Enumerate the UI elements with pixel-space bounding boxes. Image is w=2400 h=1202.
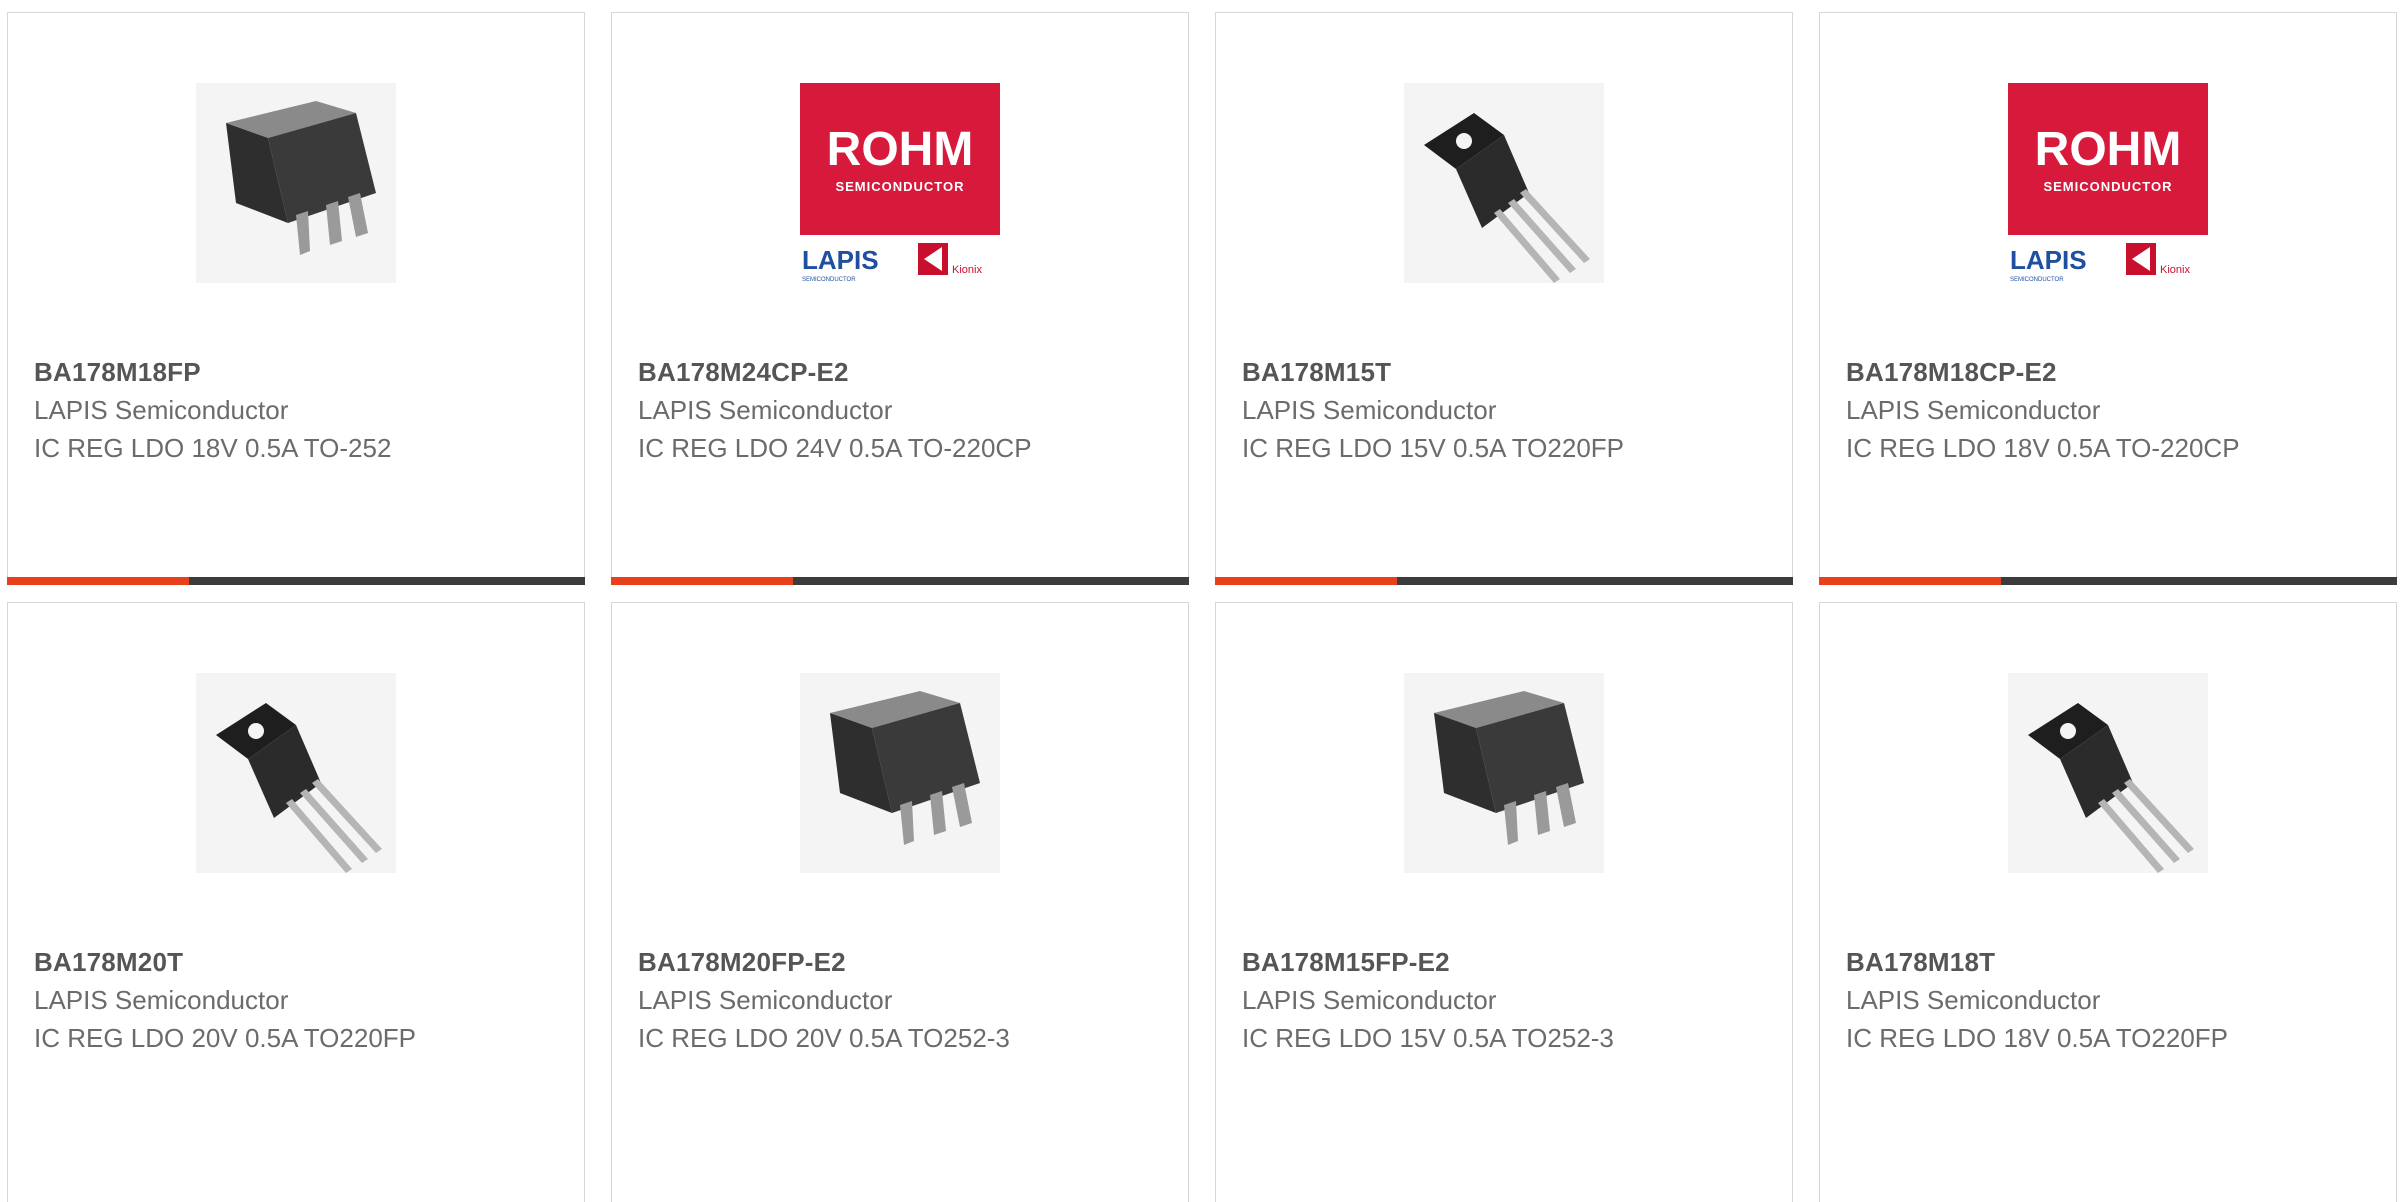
description: IC REG LDO 15V 0.5A TO220FP: [1242, 433, 1625, 463]
product-grid: BA178M18FP LAPIS Semiconductor IC REG LD…: [0, 0, 2400, 1202]
lapis-tagline-text: SEMICONDUCTOR: [2010, 277, 2064, 283]
description: IC REG LDO 18V 0.5A TO-252: [34, 433, 392, 463]
lapis-tagline-text: SEMICONDUCTOR: [802, 277, 856, 283]
kionix-brand-text: Kionix: [2160, 264, 2190, 276]
part-number[interactable]: BA178M18T: [1846, 947, 1995, 978]
to252-package-image: [1404, 673, 1604, 873]
manufacturer: LAPIS Semiconductor: [34, 395, 289, 425]
description: IC REG LDO 15V 0.5A TO252-3: [1242, 1023, 1614, 1053]
card-footer-bar: [6, 576, 585, 585]
lapis-brand-text: LAPIS: [2010, 245, 2087, 275]
product-card[interactable]: BA178M18T LAPIS Semiconductor IC REG LDO…: [1819, 602, 2397, 1202]
part-number[interactable]: BA178M18FP: [34, 357, 201, 388]
product-card[interactable]: BA178M20T LAPIS Semiconductor IC REG LDO…: [7, 602, 585, 1202]
rohm-tagline-text: SEMICONDUCTOR: [835, 179, 964, 194]
rohm-tagline-text: SEMICONDUCTOR: [2043, 179, 2172, 194]
part-number[interactable]: BA178M15T: [1242, 357, 1391, 388]
to220-package-image: [2008, 673, 2208, 873]
manufacturer: LAPIS Semiconductor: [638, 985, 893, 1015]
part-number[interactable]: BA178M15FP-E2: [1242, 947, 1450, 978]
part-number[interactable]: BA178M24CP-E2: [638, 357, 849, 388]
part-number[interactable]: BA178M20FP-E2: [638, 947, 846, 978]
card-accent: [610, 576, 793, 585]
card-accent: [1818, 576, 2001, 585]
manufacturer: LAPIS Semiconductor: [34, 985, 289, 1015]
product-card[interactable]: BA178M15T LAPIS Semiconductor IC REG LDO…: [1214, 12, 1793, 585]
product-card[interactable]: BA178M20FP-E2 LAPIS Semiconductor IC REG…: [611, 602, 1189, 1202]
to252-package-image: [196, 83, 396, 283]
to252-package-image: [800, 673, 1000, 873]
product-card[interactable]: ROHM SEMICONDUCTOR LAPIS SEMICONDUCTOR K…: [610, 12, 1189, 585]
rohm-brand-text: ROHM: [827, 123, 974, 176]
to220-package-image: [196, 673, 396, 873]
description: IC REG LDO 18V 0.5A TO220FP: [1846, 1023, 2229, 1053]
description: IC REG LDO 18V 0.5A TO-220CP: [1846, 433, 2240, 463]
manufacturer: LAPIS Semiconductor: [638, 395, 893, 425]
description: IC REG LDO 20V 0.5A TO252-3: [638, 1023, 1010, 1053]
manufacturer: LAPIS Semiconductor: [1846, 395, 2101, 425]
product-card[interactable]: BA178M18FP LAPIS Semiconductor IC REG LD…: [6, 12, 585, 585]
rohm-logo-image: ROHM SEMICONDUCTOR LAPIS SEMICONDUCTOR K…: [2008, 83, 2208, 283]
manufacturer: LAPIS Semiconductor: [1242, 985, 1497, 1015]
manufacturer: LAPIS Semiconductor: [1242, 395, 1497, 425]
part-number[interactable]: BA178M18CP-E2: [1846, 357, 2057, 388]
product-card[interactable]: ROHM SEMICONDUCTOR LAPIS SEMICONDUCTOR K…: [1818, 12, 2397, 585]
lapis-brand-text: LAPIS: [802, 245, 879, 275]
kionix-brand-text: Kionix: [952, 264, 982, 276]
product-card[interactable]: BA178M15FP-E2 LAPIS Semiconductor IC REG…: [1215, 602, 1793, 1202]
card-footer-bar: [1818, 576, 2397, 585]
card-footer-bar: [610, 576, 1189, 585]
to220-package-image: [1404, 83, 1604, 283]
card-footer-bar: [1214, 576, 1793, 585]
description: IC REG LDO 24V 0.5A TO-220CP: [638, 433, 1032, 463]
card-accent: [6, 576, 189, 585]
part-number[interactable]: BA178M20T: [34, 947, 183, 978]
rohm-logo-image: ROHM SEMICONDUCTOR LAPIS SEMICONDUCTOR K…: [800, 83, 1000, 283]
manufacturer: LAPIS Semiconductor: [1846, 985, 2101, 1015]
card-accent: [1214, 576, 1397, 585]
description: IC REG LDO 20V 0.5A TO220FP: [34, 1023, 417, 1053]
rohm-brand-text: ROHM: [2035, 123, 2182, 176]
